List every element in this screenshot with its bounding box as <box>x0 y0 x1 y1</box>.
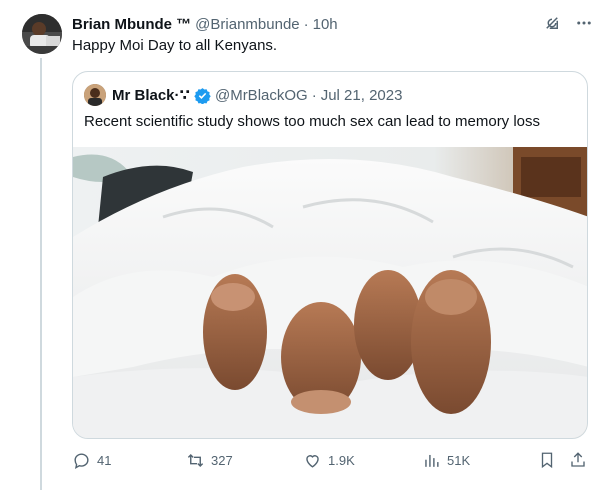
share-button[interactable] <box>569 451 587 469</box>
quote-text: Recent scientific study shows too much s… <box>84 113 541 130</box>
share-icon <box>571 452 585 467</box>
quote-date: Jul 21, 2023 <box>320 86 403 104</box>
repost-count: 327 <box>211 453 233 468</box>
repost-icon <box>187 453 204 468</box>
tweet-time[interactable]: 10h <box>313 16 338 33</box>
thread-line <box>40 58 42 490</box>
like-button[interactable]: 1.9K <box>303 451 355 470</box>
quote-author-handle: @MrBlackOG <box>214 86 308 104</box>
like-count: 1.9K <box>328 453 355 468</box>
header-actions <box>543 14 593 32</box>
views-count: 51K <box>447 453 471 468</box>
verified-badge-icon <box>194 87 211 104</box>
bookmark-button[interactable] <box>538 451 556 469</box>
reply-icon <box>74 453 89 470</box>
grok-icon[interactable] <box>543 14 561 32</box>
tweet-actions: 41 327 1.9K 51K <box>72 451 593 473</box>
views-icon <box>425 454 439 467</box>
quoted-tweet[interactable]: Mr Black·∵ @MrBlackOG · Jul 21, 2023 Rec… <box>72 71 588 439</box>
author-avatar[interactable] <box>22 14 62 54</box>
views-button[interactable]: 51K <box>422 451 470 470</box>
author-name[interactable]: Brian Mbunde ™ <box>72 16 191 33</box>
reply-button[interactable]: 41 <box>72 451 111 470</box>
quote-author-name: Mr Black·∵ <box>112 87 190 104</box>
author-handle[interactable]: @Brianmbunde <box>195 16 299 33</box>
separator-dot: · <box>303 15 309 33</box>
more-icon[interactable] <box>575 14 593 32</box>
reply-count: 41 <box>97 453 112 468</box>
quote-separator-dot: · <box>311 86 317 104</box>
quote-author-avatar <box>84 84 106 106</box>
quote-media-image[interactable] <box>73 147 587 438</box>
bookmark-icon <box>541 452 553 469</box>
like-icon <box>306 455 319 468</box>
tweet-header: Brian Mbunde ™ @Brianmbunde · 10h <box>72 14 338 34</box>
tweet-text: Happy Moi Day to all Kenyans. <box>72 37 278 54</box>
quote-header: Mr Black·∵ @MrBlackOG · Jul 21, 2023 <box>84 84 402 106</box>
repost-button[interactable]: 327 <box>186 451 233 470</box>
